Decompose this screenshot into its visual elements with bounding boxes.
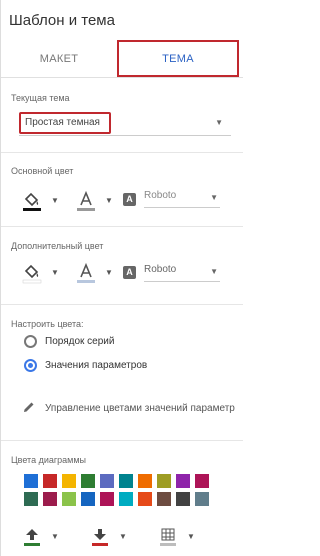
chevron-down-icon[interactable]: ▼ — [119, 532, 127, 541]
color-swatch[interactable] — [100, 492, 114, 506]
chevron-down-icon: ▼ — [210, 267, 218, 276]
chevron-down-icon: ▼ — [215, 118, 223, 127]
tab-theme[interactable]: ТЕМА — [117, 40, 239, 77]
radio-series-order-label[interactable]: Порядок серий — [45, 336, 114, 347]
manage-dimension-colors-link[interactable]: Управление цветами значений параметр — [45, 403, 243, 414]
color-swatch[interactable] — [43, 492, 57, 506]
color-swatch[interactable] — [119, 474, 133, 488]
divider — [1, 304, 243, 305]
text-color-icon — [77, 190, 95, 211]
text-color-icon — [77, 262, 95, 283]
color-swatch[interactable] — [176, 492, 190, 506]
color-swatch[interactable] — [195, 474, 209, 488]
color-swatch[interactable] — [176, 474, 190, 488]
chevron-down-icon[interactable]: ▼ — [187, 532, 195, 541]
divider — [1, 440, 243, 441]
color-swatch[interactable] — [62, 492, 76, 506]
arrow-up-icon — [24, 529, 40, 546]
chevron-down-icon[interactable]: ▼ — [105, 268, 113, 277]
radio-dimension-values[interactable] — [24, 359, 37, 372]
divider — [1, 152, 243, 153]
font-select-value: Roboto — [144, 264, 177, 275]
text-color-button[interactable] — [75, 190, 95, 211]
chevron-down-icon[interactable]: ▼ — [51, 196, 59, 205]
color-swatch[interactable] — [195, 492, 209, 506]
radio-series-order[interactable] — [24, 335, 37, 348]
pencil-icon[interactable] — [22, 400, 36, 419]
tab-layout[interactable]: МАКЕТ — [1, 40, 117, 77]
fill-color-button[interactable] — [21, 262, 42, 284]
color-swatch[interactable] — [157, 492, 171, 506]
color-swatch[interactable] — [157, 474, 171, 488]
configure-colors-label: Настроить цвета: — [11, 319, 84, 329]
theme-panel: Шаблон и тема МАКЕТ ТЕМА Текущая тема Пр… — [0, 0, 243, 556]
grid-color-button[interactable] — [157, 526, 179, 553]
paint-bucket-icon — [22, 264, 42, 284]
color-swatch[interactable] — [24, 474, 38, 488]
color-swatch[interactable] — [81, 474, 95, 488]
color-swatch[interactable] — [24, 492, 38, 506]
font-icon: A — [123, 193, 136, 206]
radio-dimension-values-label[interactable]: Значения параметров — [45, 360, 147, 371]
current-theme-label: Текущая тема — [11, 93, 70, 103]
primary-color-label: Основной цвет — [11, 166, 74, 176]
arrow-down-icon — [92, 529, 108, 546]
fill-color-button[interactable] — [21, 190, 41, 211]
chevron-down-icon[interactable]: ▼ — [51, 268, 59, 277]
chart-colors-label: Цвета диаграммы — [11, 455, 86, 465]
chevron-down-icon[interactable]: ▼ — [105, 196, 113, 205]
up-arrow-color-button[interactable] — [21, 526, 43, 553]
divider — [1, 226, 243, 227]
color-swatch[interactable] — [138, 474, 152, 488]
color-swatch[interactable] — [138, 492, 152, 506]
secondary-color-label: Дополнительный цвет — [11, 241, 104, 251]
theme-select-value: Простая темная — [19, 112, 111, 134]
font-icon: A — [123, 266, 136, 279]
theme-select[interactable]: Простая темная ▼ — [19, 112, 231, 136]
color-swatch[interactable] — [119, 492, 133, 506]
font-select-value: Roboto — [144, 190, 177, 201]
chevron-down-icon: ▼ — [210, 193, 218, 202]
color-swatch[interactable] — [81, 492, 95, 506]
color-swatch[interactable] — [100, 474, 114, 488]
text-color-button[interactable] — [75, 262, 95, 283]
font-select[interactable]: Roboto ▼ — [144, 264, 220, 282]
down-arrow-color-button[interactable] — [89, 526, 111, 553]
font-select[interactable]: Roboto ▼ — [144, 190, 220, 208]
paint-bucket-icon — [23, 192, 41, 211]
color-swatch[interactable] — [62, 474, 76, 488]
grid-icon — [160, 528, 176, 546]
tab-bar: МАКЕТ ТЕМА — [1, 40, 243, 78]
chevron-down-icon[interactable]: ▼ — [51, 532, 59, 541]
panel-title: Шаблон и тема — [9, 12, 115, 29]
color-swatch[interactable] — [43, 474, 57, 488]
